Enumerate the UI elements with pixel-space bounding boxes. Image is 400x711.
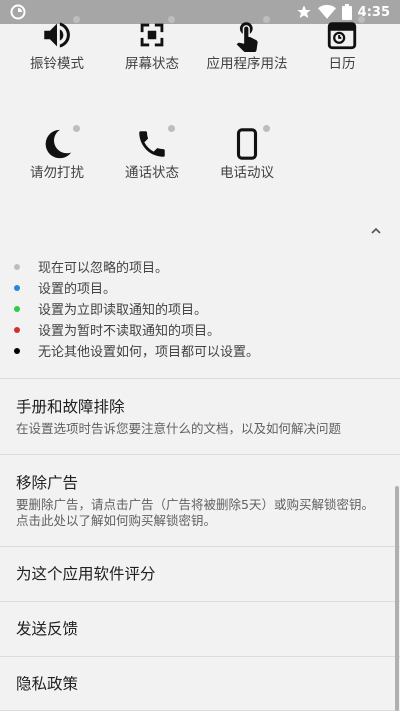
tile-label: 通话状态 xyxy=(125,165,179,181)
status-dot xyxy=(168,16,175,23)
tile-app-usage[interactable]: 应用程序用法 xyxy=(200,16,294,72)
status-dot xyxy=(263,125,270,132)
condition-grid-row-1: 振铃模式 屏幕状态 应用程序用法 日历 xyxy=(0,16,400,98)
legend-bullet xyxy=(14,263,20,270)
tile-label: 屏幕状态 xyxy=(125,56,179,72)
tile-call-state[interactable]: 通话状态 xyxy=(105,125,199,181)
list-item-manual[interactable]: 手册和故障排除 在设置选项时告诉您要注意什么的文档，以及如何解决问题 xyxy=(0,378,400,454)
smartphone-icon xyxy=(230,125,270,161)
legend-text: 设置为暂时不读取通知的项目。 xyxy=(38,324,221,339)
legend-item: 设置为暂时不读取通知的项目。 xyxy=(14,319,394,340)
tile-screen-state[interactable]: 屏幕状态 xyxy=(105,16,199,72)
legend-item: 设置为立即读取通知的项目。 xyxy=(14,298,394,319)
phone-icon xyxy=(135,125,175,161)
legend-text: 设置的项目。 xyxy=(38,282,117,297)
status-dot xyxy=(73,16,80,23)
list-item-remove-ads[interactable]: 移除广告 要删除广告，请点击广告（广告将被删除5天）或购买解锁密钥。点击此处以了… xyxy=(0,454,400,546)
moon-icon xyxy=(40,125,80,161)
chevron-up-icon[interactable] xyxy=(368,223,384,239)
status-dot xyxy=(168,125,175,132)
legend-item: 现在可以忽略的项目。 xyxy=(14,256,394,277)
condition-grid-row-2: 请勿打扰 通话状态 电话动议 xyxy=(0,125,400,207)
list-item-send-feedback[interactable]: 发送反馈 xyxy=(0,601,400,656)
list-item-title: 发送反馈 xyxy=(16,620,79,638)
status-dot xyxy=(73,125,80,132)
list-item-privacy-policy[interactable]: 隐私政策 xyxy=(0,656,400,711)
legend-bullet xyxy=(14,326,20,333)
legend-item: 无论其他设置如何，项目都可以设置。 xyxy=(14,340,394,361)
tile-label: 电话动议 xyxy=(220,165,274,181)
tile-phone-motion[interactable]: 电话动议 xyxy=(200,125,294,181)
settings-list: 手册和故障排除 在设置选项时告诉您要注意什么的文档，以及如何解决问题 移除广告 … xyxy=(0,378,400,711)
legend-text: 设置为立即读取通知的项目。 xyxy=(38,303,208,318)
tile-label: 应用程序用法 xyxy=(206,56,288,72)
legend: 现在可以忽略的项目。 设置的项目。 设置为立即读取通知的项目。 设置为暂时不读取… xyxy=(14,256,394,361)
list-item-rate-app[interactable]: 为这个应用软件评分 xyxy=(0,546,400,601)
legend-bullet xyxy=(14,305,20,312)
legend-item: 设置的项目。 xyxy=(14,277,394,298)
list-item-summary: 要删除广告，请点击广告（广告将被删除5天）或购买解锁密钥。点击此处以了解如何购买… xyxy=(16,496,374,528)
calendar-icon xyxy=(325,16,365,52)
list-item-title: 手册和故障排除 xyxy=(16,397,125,416)
tile-label: 请勿打扰 xyxy=(30,165,84,181)
tile-label: 振铃模式 xyxy=(30,56,84,72)
list-item-summary: 在设置选项时告诉您要注意什么的文档，以及如何解决问题 xyxy=(16,420,342,436)
scrollbar[interactable] xyxy=(395,486,399,711)
status-dot xyxy=(263,16,270,23)
screen-state-icon xyxy=(135,16,175,52)
list-item-title: 为这个应用软件评分 xyxy=(16,565,156,583)
legend-bullet xyxy=(14,347,20,354)
tile-calendar[interactable]: 日历 xyxy=(295,16,389,72)
tile-label: 日历 xyxy=(328,56,356,72)
legend-text: 无论其他设置如何，项目都可以设置。 xyxy=(38,345,260,360)
touch-icon xyxy=(230,16,270,52)
legend-text: 现在可以忽略的项目。 xyxy=(38,261,169,276)
legend-bullet xyxy=(14,284,20,291)
volume-icon xyxy=(40,16,80,52)
tile-do-not-disturb[interactable]: 请勿打扰 xyxy=(10,125,104,181)
list-item-title: 隐私政策 xyxy=(16,674,79,693)
status-dot xyxy=(358,16,365,23)
list-item-title: 移除广告 xyxy=(16,473,79,492)
tile-ringer-mode[interactable]: 振铃模式 xyxy=(10,16,104,72)
